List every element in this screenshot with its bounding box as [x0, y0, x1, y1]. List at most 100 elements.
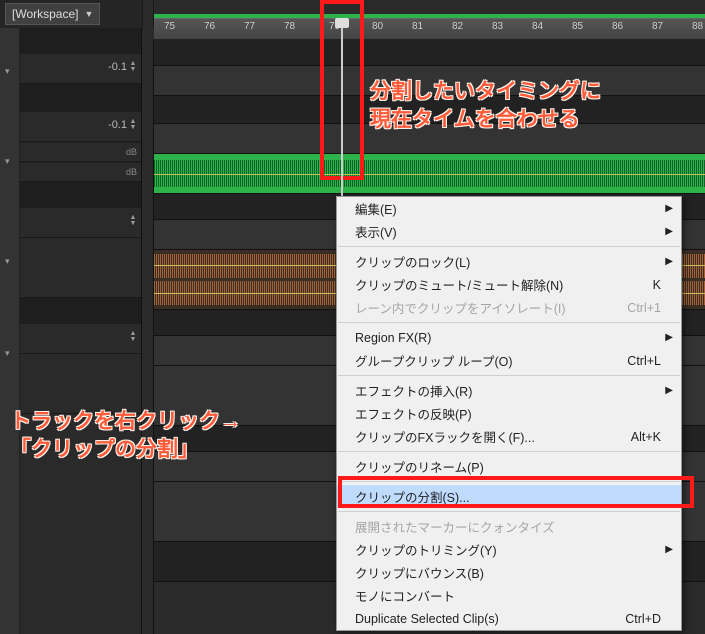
chevron-down-icon: ▼ — [130, 337, 137, 343]
submenu-arrow-icon: ▶ — [665, 226, 673, 237]
track-meter-row: dB — [20, 162, 141, 182]
submenu-arrow-icon: ▶ — [665, 203, 673, 214]
menu-separator — [338, 322, 680, 323]
menu-item-label: 展開されたマーカーにクォンタイズ — [355, 517, 555, 536]
menu-item-trim[interactable]: クリップのトリミング(Y)▶ — [337, 538, 681, 561]
track-body — [20, 354, 141, 414]
track-volume-row[interactable]: ▲ ▼ — [20, 324, 141, 354]
time-ruler[interactable]: 75 76 77 78 79 80 81 82 83 84 85 86 87 8… — [154, 18, 705, 40]
menu-item-label: クリップのFXラックを開く(F)... — [355, 427, 535, 446]
volume-stepper[interactable]: ▲ ▼ — [127, 324, 139, 350]
track-meter-row: dB — [20, 142, 141, 162]
volume-stepper[interactable]: ▲ ▼ — [127, 208, 139, 234]
menu-item-label: エフェクトの反映(P) — [355, 404, 472, 423]
toolbar-top-left: [Workspace] ▼ — [0, 0, 142, 28]
volume-envelope-line[interactable] — [154, 174, 705, 175]
track-volume-value: -0.1 — [108, 61, 127, 73]
volume-stepper[interactable]: ▲ ▼ — [127, 54, 139, 80]
ruler-tick: 88 — [692, 21, 703, 32]
menu-item-insertfx[interactable]: エフェクトの挿入(R)▶ — [337, 379, 681, 402]
track-separator — [20, 182, 141, 208]
timeline-gutter — [142, 40, 154, 634]
menu-shortcut: Alt+K — [631, 430, 661, 444]
menu-item-quantize: 展開されたマーカーにクォンタイズ — [337, 515, 681, 538]
collapse-strip: ▾ ▾ ▾ ▾ — [0, 28, 20, 634]
collapse-caret-icon[interactable]: ▾ — [5, 66, 10, 77]
menu-item-label: クリップにバウンス(B) — [355, 563, 484, 582]
menu-item-isolate: レーン内でクリップをアイソレート(I)Ctrl+1 — [337, 296, 681, 319]
submenu-arrow-icon: ▶ — [665, 332, 673, 343]
track-header-pane: ▾ ▾ ▾ ▾ -0.1 ▲ ▼ — [0, 28, 142, 634]
chevron-down-icon: ▼ — [130, 125, 137, 131]
track-header-row — [20, 84, 141, 112]
track-volume-row[interactable]: -0.1 ▲ ▼ — [20, 112, 141, 142]
menu-separator — [338, 375, 680, 376]
track-volume-value: -0.1 — [108, 119, 127, 131]
track-separator — [20, 28, 141, 54]
ruler-tick: 80 — [372, 21, 383, 32]
chevron-down-icon: ▼ — [130, 221, 137, 227]
volume-stepper[interactable]: ▲ ▼ — [127, 112, 139, 138]
menu-shortcut: Ctrl+L — [627, 354, 661, 368]
playhead-line — [341, 28, 343, 198]
track-separator — [20, 298, 141, 324]
ruler-tick: 78 — [284, 21, 295, 32]
menu-item-bounce[interactable]: クリップにバウンス(B) — [337, 561, 681, 584]
menu-item-duplicate[interactable]: Duplicate Selected Clip(s)Ctrl+D — [337, 607, 681, 630]
track-volume-row[interactable]: -0.1 ▲ ▼ — [20, 54, 141, 84]
menu-item-edit[interactable]: 編集(E) ▶ — [337, 197, 681, 220]
menu-item-label: 編集(E) — [355, 199, 397, 218]
audio-clip[interactable] — [154, 154, 705, 193]
ruler-tick: 75 — [164, 21, 175, 32]
timeline-lane[interactable] — [154, 154, 705, 194]
annotation-text-top: 分割したいタイミングに 現在タイムを合わせる — [370, 78, 601, 135]
context-menu: 編集(E) ▶ 表示(V) ▶ クリップのロック(L)▶ クリップのミュート/ミュー… — [336, 196, 682, 631]
menu-item-lock[interactable]: クリップのロック(L)▶ — [337, 250, 681, 273]
menu-item-view[interactable]: 表示(V) ▶ — [337, 220, 681, 243]
app-window: [Workspace] ▼ 75 76 77 78 79 80 81 82 83… — [0, 0, 705, 634]
ruler-tick: 76 — [204, 21, 215, 32]
menu-item-grouploop[interactable]: グループクリップ ループ(O) Ctrl+L — [337, 349, 681, 372]
track-body — [20, 238, 141, 298]
ruler-tick: 77 — [244, 21, 255, 32]
chevron-down-icon: ▼ — [130, 67, 137, 73]
collapse-caret-icon[interactable]: ▾ — [5, 256, 10, 267]
menu-item-split[interactable]: クリップの分割(S)... — [337, 485, 681, 508]
collapse-caret-icon[interactable]: ▾ — [5, 156, 10, 167]
menu-separator — [338, 451, 680, 452]
submenu-arrow-icon: ▶ — [665, 544, 673, 555]
db-label: dB — [126, 147, 137, 157]
ruler-tick: 84 — [532, 21, 543, 32]
playhead-handle[interactable] — [335, 18, 349, 28]
annotation-text-left: トラックを右クリック→ 「クリップの分割」 — [10, 408, 241, 465]
menu-item-regionfx[interactable]: Region FX(R) ▶ — [337, 326, 681, 349]
ruler-tick: 82 — [452, 21, 463, 32]
menu-item-label: 表示(V) — [355, 222, 397, 241]
ruler-tick: 81 — [412, 21, 423, 32]
menu-separator — [338, 511, 680, 512]
chevron-down-icon: ▼ — [84, 9, 93, 19]
menu-shortcut: K — [653, 278, 661, 292]
menu-item-rename[interactable]: クリップのリネーム(P) — [337, 455, 681, 478]
menu-item-label: クリップのミュート/ミュート解除(N) — [355, 275, 563, 294]
menu-separator — [338, 481, 680, 482]
track-volume-row[interactable]: ▲ ▼ — [20, 208, 141, 238]
menu-item-reflectfx[interactable]: エフェクトの反映(P) — [337, 402, 681, 425]
menu-item-mute[interactable]: クリップのミュート/ミュート解除(N) K — [337, 273, 681, 296]
menu-item-mono[interactable]: モノにコンバート — [337, 584, 681, 607]
workspace-dropdown[interactable]: [Workspace] ▼ — [5, 3, 100, 25]
track-separator — [20, 84, 141, 112]
menu-item-label: Region FX(R) — [355, 331, 431, 345]
ruler-tick: 83 — [492, 21, 503, 32]
menu-item-label: クリップのリネーム(P) — [355, 457, 484, 476]
submenu-arrow-icon: ▶ — [665, 385, 673, 396]
splitter-vertical[interactable] — [142, 0, 154, 28]
track-header-list: -0.1 ▲ ▼ -0.1 ▲ ▼ dB — [20, 28, 141, 634]
menu-item-openfxrack[interactable]: クリップのFXラックを開く(F)... Alt+K — [337, 425, 681, 448]
collapse-caret-icon[interactable]: ▾ — [5, 348, 10, 359]
submenu-arrow-icon: ▶ — [665, 256, 673, 267]
ruler-tick: 86 — [612, 21, 623, 32]
db-label: dB — [126, 167, 137, 177]
menu-item-label: グループクリップ ループ(O) — [355, 351, 513, 370]
track-header-row — [20, 28, 141, 54]
